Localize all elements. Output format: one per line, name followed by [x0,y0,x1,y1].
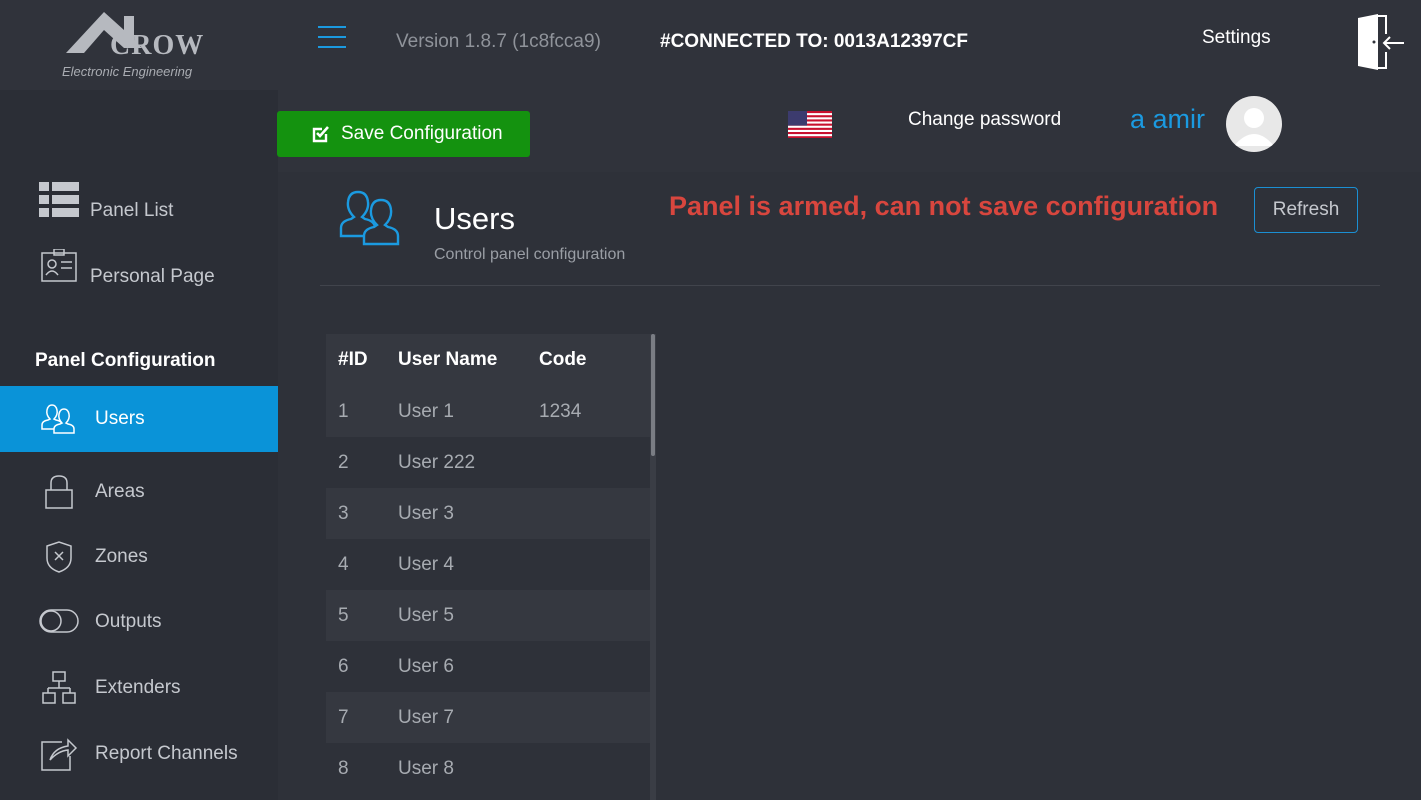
sidebar-item-label: Users [95,408,145,429]
username-label[interactable]: a amir [1130,104,1205,135]
table-row[interactable]: 4 User 4 [326,539,650,590]
sidebar-item-label: Outputs [95,611,162,632]
table-row[interactable]: 1 User 1 1234 [326,386,650,437]
logo-wordmark: CROW [110,30,205,61]
sidebar-item-extenders[interactable]: Extenders [0,656,278,720]
sidebar-item-users[interactable]: Users [0,386,278,452]
settings-link[interactable]: Settings [1202,27,1271,49]
id-card-icon [38,246,80,286]
us-flag-icon[interactable] [788,111,832,138]
armed-warning: Panel is armed, can not save configurati… [669,191,1219,221]
sidebar-item-label: Report Channels [95,743,238,764]
lock-icon [38,472,80,512]
users-table: #ID User Name Code 1 User 1 1234 2 User … [326,334,650,794]
logo: CROW Electronic Engineering [0,0,278,90]
table-row[interactable]: 6 User 6 [326,641,650,692]
sidebar-item-zones[interactable]: Zones [0,525,278,589]
save-configuration-label: Save Configuration [341,123,503,144]
table-row[interactable]: 3 User 3 [326,488,650,539]
list-icon [38,180,80,220]
cell-user-name: User 4 [398,553,454,575]
cell-id: 2 [338,451,349,473]
sidebar-item-label: Extenders [95,677,181,698]
cell-code: 1234 [539,400,582,422]
users-icon [38,399,80,439]
column-header-id[interactable]: #ID [338,349,368,371]
sidebar-item-label: Personal Page [90,266,215,287]
cell-user-name: User 1 [398,400,454,422]
cell-user-name: User 3 [398,502,454,524]
sidebar-item-label: Panel List [90,200,174,221]
table-header: #ID User Name Code [326,334,650,386]
page-title: Users [434,201,515,236]
avatar[interactable] [1226,96,1282,152]
sidebar-item-label: Areas [95,481,145,502]
change-password-link[interactable]: Change password [908,109,1061,131]
table-row[interactable]: 7 User 7 [326,692,650,743]
sidebar-item-label: Zones [95,546,148,567]
cell-id: 4 [338,553,349,575]
cell-user-name: User 5 [398,604,454,626]
user-avatar-icon [1234,108,1274,146]
shield-icon [38,537,80,577]
table-row[interactable]: 2 User 222 [326,437,650,488]
cell-user-name: User 7 [398,706,454,728]
cell-user-name: User 8 [398,757,454,779]
cell-id: 3 [338,502,349,524]
logo-tagline: Electronic Engineering [62,64,193,79]
save-configuration-button[interactable]: Save Configuration [277,111,530,157]
page-subtitle: Control panel configuration [434,246,626,263]
share-icon [38,734,80,774]
refresh-button[interactable]: Refresh [1254,187,1358,233]
table-row[interactable]: 8 User 8 [326,743,650,794]
cell-id: 1 [338,400,349,422]
logout-icon[interactable] [1354,14,1406,75]
divider [320,285,1380,286]
cell-user-name: User 6 [398,655,454,677]
connection-status: #CONNECTED TO: 0013A12397CF [660,31,968,52]
table-scrollbar-thumb[interactable] [651,334,655,456]
column-header-code[interactable]: Code [539,349,587,371]
sidebar-item-areas[interactable]: Areas [0,460,278,524]
check-square-icon [312,126,329,143]
column-header-user-name[interactable]: User Name [398,349,497,371]
sidebar-item-panel-list[interactable]: Panel List [0,168,278,232]
sidebar: CROW Electronic Engineering Panel List P… [0,0,278,800]
sidebar-item-report-channels[interactable]: Report Channels [0,722,278,786]
table-row[interactable]: 5 User 5 [326,590,650,641]
version-label: Version 1.8.7 (1c8fcca9) [396,31,601,52]
menu-icon[interactable] [318,26,346,50]
cell-id: 8 [338,757,349,779]
cell-id: 5 [338,604,349,626]
toggle-icon [38,602,80,642]
section-title-panel-configuration: Panel Configuration [35,350,216,371]
sidebar-item-personal-page[interactable]: Personal Page [0,234,278,298]
cell-id: 6 [338,655,349,677]
users-icon [338,188,418,255]
sidebar-item-outputs[interactable]: Outputs [0,590,278,654]
cell-id: 7 [338,706,349,728]
cell-user-name: User 222 [398,451,476,473]
network-icon [38,668,80,708]
